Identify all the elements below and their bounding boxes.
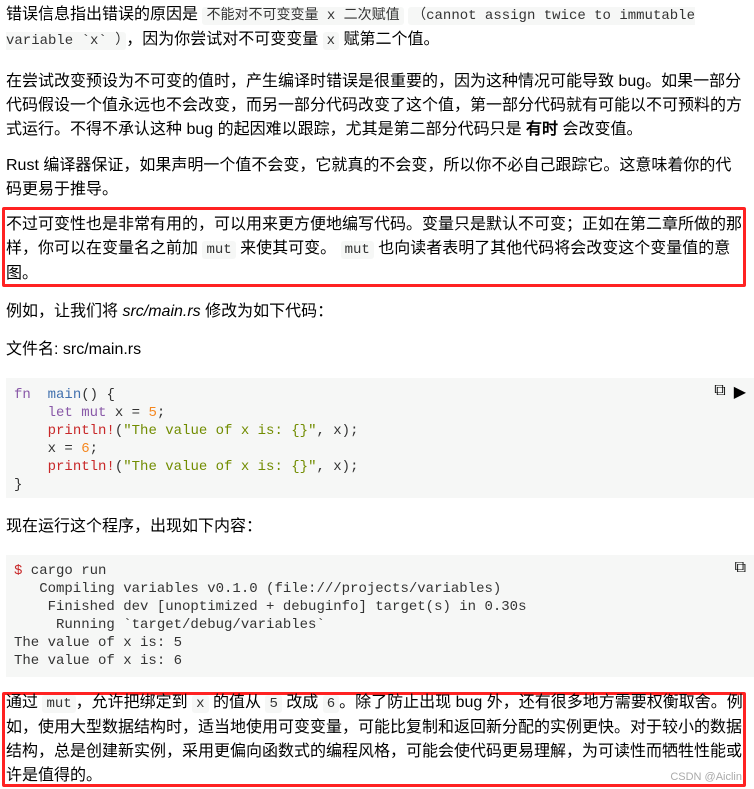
code-token: "The value of x is: {}" bbox=[123, 459, 317, 475]
code-line: println!("The value of x is: {}", x); bbox=[14, 458, 754, 476]
code-line: x = 6; bbox=[14, 440, 754, 458]
inline-code: x bbox=[192, 695, 209, 713]
code-line: $ cargo run bbox=[14, 562, 754, 580]
code-token: cargo run bbox=[22, 563, 107, 579]
code-line: let mut x = 5; bbox=[14, 404, 754, 422]
code-line: The value of x is: 6 bbox=[14, 652, 754, 670]
code-token: Running `target/debug/variables` bbox=[14, 617, 325, 633]
output-content: $ cargo run Compiling variables v0.1.0 (… bbox=[6, 555, 754, 670]
file-name-label: 文件名: src/main.rs bbox=[6, 338, 746, 362]
inline-code: 6 bbox=[322, 695, 340, 713]
code-line: } bbox=[14, 476, 754, 494]
code-token: ( bbox=[114, 423, 124, 439]
code-token: mut bbox=[81, 405, 107, 421]
code-token: ; bbox=[156, 405, 166, 421]
code-content: fn main() { let mut x = 5; println!("The… bbox=[6, 378, 754, 494]
code-token: x = bbox=[14, 441, 82, 457]
code-token: 6 bbox=[81, 441, 90, 457]
inline-code: mut bbox=[42, 695, 76, 713]
text-segment: 现在运行这个程序，出现如下内容： bbox=[6, 518, 263, 535]
code-token: fn bbox=[14, 387, 31, 403]
code-token: , x); bbox=[316, 459, 359, 475]
code-token: ; bbox=[89, 441, 99, 457]
code-token: Finished dev [unoptimized + debuginfo] t… bbox=[14, 599, 527, 615]
code-token: 5 bbox=[148, 405, 157, 421]
code-token: println! bbox=[47, 459, 115, 475]
text-segment: 错误信息指出错误的原因是 bbox=[6, 6, 203, 23]
paragraph-mutability: 不过可变性也是非常有用的，可以用来更方便地编写代码。变量只是默认不可变；正如在第… bbox=[6, 213, 746, 286]
code-line: Finished dev [unoptimized + debuginfo] t… bbox=[14, 598, 754, 616]
text-segment: 修改为如下代码： bbox=[200, 303, 334, 320]
code-block-output: ⧉ $ cargo run Compiling variables v0.1.0… bbox=[6, 555, 754, 677]
code-token: The value of x is: 6 bbox=[14, 653, 183, 669]
code-token: () { bbox=[81, 387, 115, 403]
watermark: CSDN @Aiclin bbox=[670, 771, 742, 783]
paragraph-error-explanation: 错误信息指出错误的原因是 不能对不可变变量 x 二次赋值 （cannot ass… bbox=[6, 3, 746, 53]
paragraph-tradeoffs: 通过 mut ，允许把绑定到 x 的值从 5 改成 6 。除了防止出现 bug 外，… bbox=[6, 691, 746, 788]
emphasis-text: src/main.rs bbox=[122, 303, 201, 320]
play-icon[interactable]: ▶ bbox=[734, 382, 746, 402]
code-token: Compiling variables v0.1.0 (file:///proj… bbox=[14, 581, 502, 597]
text-segment: ，允许把绑定到 bbox=[75, 694, 193, 711]
inline-code: mut bbox=[340, 241, 374, 259]
code-block-main-rs: ⧉ ▶ fn main() { let mut x = 5; println!(… bbox=[6, 378, 754, 498]
text-segment: 赋第二个值。 bbox=[339, 31, 440, 48]
paragraph-compile-error-importance: 在尝试改变预设为不可变的值时，产生编译时错误是很重要的，因为这种情况可能导致 b… bbox=[6, 70, 746, 142]
code-token: main bbox=[47, 387, 82, 403]
code-line: println!("The value of x is: {}", x); bbox=[14, 422, 754, 440]
copy-icon[interactable]: ⧉ bbox=[735, 559, 746, 577]
code-token: } bbox=[14, 477, 23, 493]
copy-icon[interactable]: ⧉ bbox=[714, 382, 725, 402]
code-token: The value of x is: 5 bbox=[14, 635, 183, 651]
inline-code: mut bbox=[202, 241, 236, 259]
paragraph-rust-guarantee: Rust 编译器保证，如果声明一个值不会变，它就真的不会变，所以你不必自己跟踪它… bbox=[6, 154, 746, 202]
code-line: fn main() { bbox=[14, 386, 754, 404]
bold-text: 有时 bbox=[526, 121, 559, 138]
text-segment: ，因为你尝试对不可变变量 bbox=[126, 31, 323, 48]
text-segment: 例如，让我们将 bbox=[6, 303, 123, 320]
paragraph-example-intro: 例如，让我们将 src/main.rs 修改为如下代码： bbox=[6, 300, 746, 324]
text-segment: 会改变值。 bbox=[558, 121, 643, 138]
code-line: Compiling variables v0.1.0 (file:///proj… bbox=[14, 580, 754, 598]
paragraph-run-intro: 现在运行这个程序，出现如下内容： bbox=[6, 515, 746, 539]
text-segment: 改成 bbox=[281, 694, 323, 711]
text-segment: 来使其可变。 bbox=[235, 240, 341, 257]
inline-code: 不能对不可变变量 x 二次赋值 bbox=[202, 7, 404, 25]
code-token: x = bbox=[106, 405, 149, 421]
inline-code: x bbox=[322, 32, 340, 50]
code-token: , x); bbox=[316, 423, 359, 439]
code-token: let bbox=[47, 405, 73, 421]
text-segment: Rust 编译器保证，如果声明一个值不会变，它就真的不会变，所以你不必自己跟踪它… bbox=[6, 157, 732, 198]
code-line: Running `target/debug/variables` bbox=[14, 616, 754, 634]
code-token: println! bbox=[47, 423, 115, 439]
code-line: The value of x is: 5 bbox=[14, 634, 754, 652]
code-token: "The value of x is: {}" bbox=[123, 423, 317, 439]
text-segment: 文件名: src/main.rs bbox=[6, 341, 142, 358]
inline-code: 5 bbox=[265, 695, 282, 713]
text-segment: 通过 bbox=[6, 694, 43, 711]
text-segment: 的值从 bbox=[208, 694, 266, 711]
code-token: ( bbox=[114, 459, 124, 475]
